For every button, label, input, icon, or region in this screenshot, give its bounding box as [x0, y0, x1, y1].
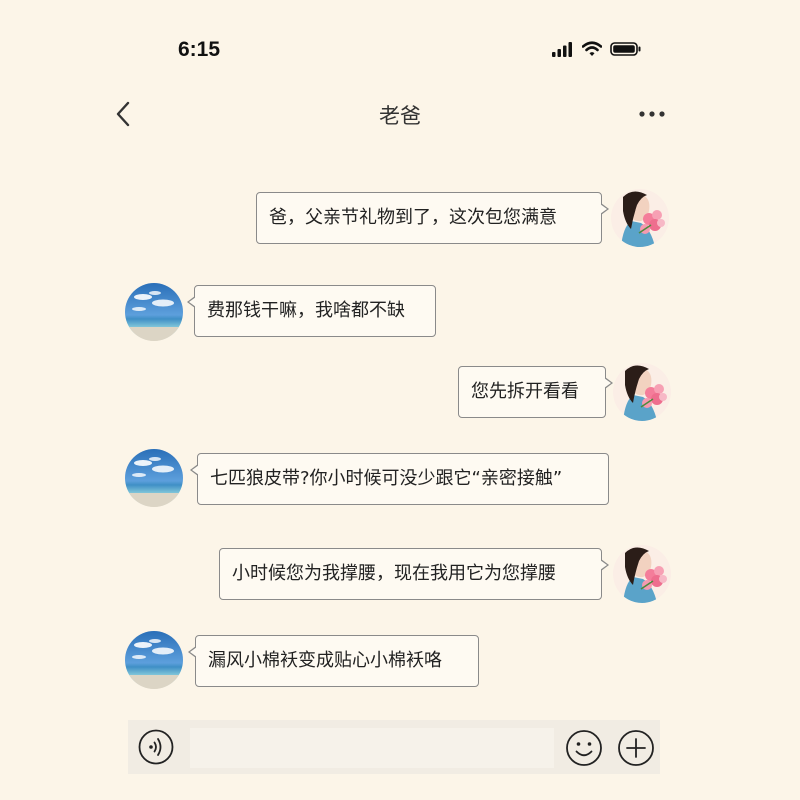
woman-flowers-avatar-icon — [613, 363, 671, 421]
avatar-me[interactable] — [611, 189, 669, 247]
input-bar — [128, 720, 660, 774]
message-text: 小时候您为我撑腰，现在我用它为您撑腰 — [232, 563, 556, 584]
sky-sea-avatar-icon — [125, 449, 183, 507]
status-icons — [552, 41, 642, 57]
message-text: 费那钱干嘛，我啥都不缺 — [207, 300, 405, 321]
nav-bar: 老爸 — [0, 88, 800, 140]
wifi-icon — [582, 41, 602, 56]
voice-button[interactable] — [138, 729, 174, 765]
battery-icon — [610, 42, 641, 56]
status-time: 6:15 — [178, 38, 221, 61]
message-bubble[interactable]: 爸，父亲节礼物到了，这次包您满意 — [256, 192, 609, 244]
emoji-button[interactable] — [565, 729, 603, 767]
woman-flowers-avatar-icon — [611, 189, 669, 247]
more-button[interactable] — [634, 98, 670, 130]
sky-sea-avatar-icon — [125, 631, 183, 689]
message-bubble[interactable]: 费那钱干嘛，我啥都不缺 — [187, 285, 436, 337]
avatar-dad[interactable] — [125, 449, 183, 507]
message-bubble[interactable]: 七匹狼皮带?你小时候可没少跟它“亲密接触” — [190, 453, 609, 505]
more-dots-icon — [639, 111, 665, 117]
chat-title: 老爸 — [379, 104, 421, 128]
message-input[interactable] — [190, 728, 554, 768]
avatar-dad[interactable] — [125, 283, 183, 341]
voice-icon — [138, 729, 174, 765]
status-bar: 6:15 — [0, 0, 800, 100]
avatar-dad[interactable] — [125, 631, 183, 689]
message-bubble[interactable]: 漏风小棉袄变成贴心小棉袄咯 — [188, 635, 479, 687]
message-bubble[interactable]: 您先拆开看看 — [458, 366, 613, 418]
emoji-icon — [566, 730, 602, 766]
woman-flowers-avatar-icon — [613, 545, 671, 603]
avatar-me[interactable] — [613, 545, 671, 603]
message-text: 漏风小棉袄变成贴心小棉袄咯 — [208, 650, 442, 671]
message-bubble[interactable]: 小时候您为我撑腰，现在我用它为您撑腰 — [219, 548, 609, 600]
signal-icon — [552, 42, 572, 57]
message-text: 七匹狼皮带?你小时候可没少跟它“亲密接触” — [210, 468, 563, 489]
plus-button[interactable] — [617, 729, 655, 767]
plus-icon — [618, 730, 654, 766]
sky-sea-avatar-icon — [125, 283, 183, 341]
avatar-me[interactable] — [613, 363, 671, 421]
message-text: 爸，父亲节礼物到了，这次包您满意 — [269, 207, 557, 228]
message-text: 您先拆开看看 — [471, 381, 579, 402]
